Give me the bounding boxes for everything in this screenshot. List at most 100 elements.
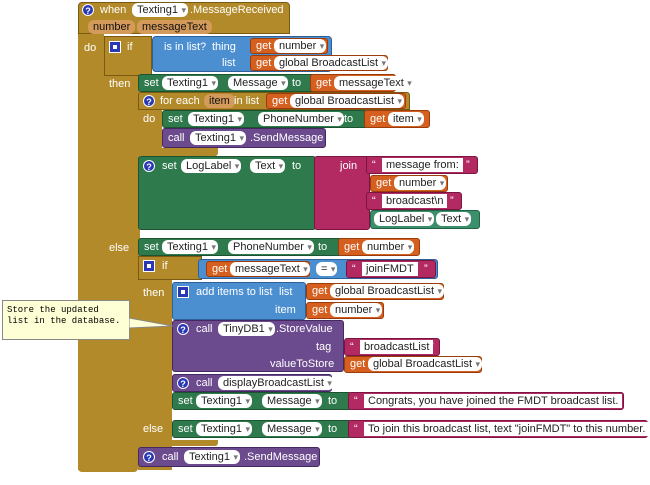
var-dropdown[interactable]: number bbox=[330, 303, 383, 317]
property-dropdown[interactable]: Message bbox=[262, 394, 322, 408]
if-label: if bbox=[127, 41, 133, 53]
get-label: get bbox=[256, 57, 272, 69]
var-dropdown[interactable]: messageText bbox=[334, 76, 414, 90]
property-dropdown[interactable]: Text bbox=[250, 159, 286, 173]
to-label: to bbox=[328, 395, 338, 407]
component-dropdown[interactable]: LogLabel bbox=[181, 159, 242, 173]
get-label: get bbox=[272, 95, 288, 107]
property-dropdown[interactable]: PhoneNumber bbox=[228, 240, 314, 254]
do-label: do bbox=[84, 42, 97, 54]
var-dropdown[interactable]: global BroadcastList bbox=[330, 284, 445, 298]
component-dropdown[interactable]: LogLabel bbox=[374, 212, 435, 226]
to-label: to bbox=[318, 241, 328, 253]
help-icon[interactable]: ? bbox=[177, 323, 189, 335]
quote-icon: “ bbox=[354, 395, 358, 407]
quote-icon: ” bbox=[424, 263, 428, 275]
var-dropdown[interactable]: global BroadcastList bbox=[274, 56, 389, 70]
get-label: get bbox=[316, 77, 332, 89]
method-label: .SendMessage bbox=[250, 132, 324, 144]
for-each-bottom bbox=[138, 148, 218, 156]
var-dropdown[interactable]: global BroadcastList bbox=[290, 94, 405, 108]
event-component-dropdown[interactable]: Texting1 bbox=[132, 3, 188, 17]
set-label: set bbox=[178, 423, 193, 435]
event-name: .MessageReceived bbox=[190, 4, 284, 16]
help-icon[interactable]: ? bbox=[177, 377, 189, 389]
component-dropdown[interactable]: Texting1 bbox=[196, 422, 252, 436]
add-items-label: add items to list bbox=[196, 286, 273, 298]
help-icon[interactable]: ? bbox=[143, 95, 155, 107]
string-value[interactable]: To join this broadcast list, text "joinF… bbox=[364, 422, 650, 436]
list-label: list bbox=[279, 286, 293, 298]
is-in-list-label: is in list? bbox=[164, 41, 207, 53]
string-value[interactable]: Congrats, you have joined the FMDT broad… bbox=[364, 394, 623, 408]
mutator-gear-icon[interactable] bbox=[109, 41, 121, 53]
comment-bubble[interactable]: Store the updated list in the database. bbox=[2, 300, 130, 340]
tag-label: tag bbox=[316, 341, 332, 353]
string-value[interactable]: message from: bbox=[382, 158, 463, 172]
mutator-gear-icon[interactable] bbox=[177, 286, 189, 298]
method-label: .StoreValue bbox=[276, 323, 333, 335]
set-label: set bbox=[144, 77, 159, 89]
call-label: call bbox=[196, 377, 213, 389]
procedure-dropdown[interactable]: displayBroadcastList bbox=[218, 376, 334, 390]
operator-dropdown[interactable]: = bbox=[316, 262, 338, 276]
quote-icon: ” bbox=[466, 159, 470, 171]
value-to-store-label: valueToStore bbox=[270, 358, 335, 370]
quote-icon: “ bbox=[352, 263, 356, 275]
help-icon[interactable]: ? bbox=[143, 451, 155, 463]
quote-icon: ” bbox=[636, 423, 640, 435]
component-dropdown[interactable]: Texting1 bbox=[184, 450, 240, 464]
quote-icon: “ bbox=[350, 341, 354, 353]
var-dropdown[interactable]: number bbox=[394, 176, 447, 190]
quote-icon: ” bbox=[450, 195, 454, 207]
component-dropdown[interactable]: Texting1 bbox=[162, 240, 218, 254]
help-icon[interactable]: ? bbox=[143, 160, 155, 172]
var-dropdown[interactable]: number bbox=[362, 240, 415, 254]
list-label: list bbox=[222, 57, 236, 69]
loop-var-item[interactable]: item bbox=[204, 94, 235, 108]
then-label: then bbox=[109, 78, 131, 90]
param-messageText[interactable]: messageText bbox=[137, 20, 212, 34]
to-label: to bbox=[292, 160, 302, 172]
property-dropdown[interactable]: Message bbox=[228, 76, 288, 90]
property-dropdown[interactable]: Text bbox=[436, 212, 472, 226]
component-dropdown[interactable]: Texting1 bbox=[190, 131, 246, 145]
component-dropdown[interactable]: Texting1 bbox=[188, 112, 244, 126]
get-label: get bbox=[376, 177, 392, 189]
var-dropdown[interactable]: global BroadcastList bbox=[368, 357, 483, 371]
join-label: join bbox=[340, 160, 358, 172]
get-label: get bbox=[212, 263, 228, 275]
string-value[interactable]: broadcastList bbox=[360, 340, 434, 354]
help-icon[interactable]: ? bbox=[82, 4, 94, 16]
call-label: call bbox=[162, 451, 179, 463]
string-value[interactable]: joinFMDT bbox=[362, 262, 418, 276]
get-label: get bbox=[344, 241, 360, 253]
if-label: if bbox=[162, 260, 168, 272]
else-label: else bbox=[109, 242, 130, 254]
component-dropdown[interactable]: Texting1 bbox=[162, 76, 218, 90]
item-label: item bbox=[275, 304, 296, 316]
property-dropdown[interactable]: Message bbox=[262, 422, 322, 436]
get-label: get bbox=[256, 40, 272, 52]
set-label: set bbox=[168, 113, 183, 125]
quote-icon: ” bbox=[430, 341, 434, 353]
if-spine bbox=[104, 76, 140, 462]
param-number[interactable]: number bbox=[88, 20, 136, 34]
property-dropdown[interactable]: PhoneNumber bbox=[258, 112, 344, 126]
method-label: .SendMessage bbox=[244, 451, 318, 463]
var-dropdown[interactable]: item bbox=[388, 112, 424, 126]
quote-icon: “ bbox=[372, 159, 376, 171]
component-dropdown[interactable]: TinyDB1 bbox=[218, 322, 275, 336]
string-value[interactable]: broadcast\n bbox=[382, 194, 448, 208]
set-label: set bbox=[178, 395, 193, 407]
set-label: set bbox=[162, 160, 177, 172]
mutator-gear-icon[interactable] bbox=[143, 260, 155, 272]
component-dropdown[interactable]: Texting1 bbox=[196, 394, 252, 408]
var-dropdown[interactable]: number bbox=[274, 39, 327, 53]
quote-icon: “ bbox=[372, 195, 376, 207]
to-label: to bbox=[328, 423, 338, 435]
get-label: get bbox=[312, 304, 328, 316]
var-dropdown[interactable]: messageText bbox=[230, 262, 310, 276]
inner-if-bottom bbox=[138, 440, 218, 446]
to-label: to bbox=[292, 77, 302, 89]
